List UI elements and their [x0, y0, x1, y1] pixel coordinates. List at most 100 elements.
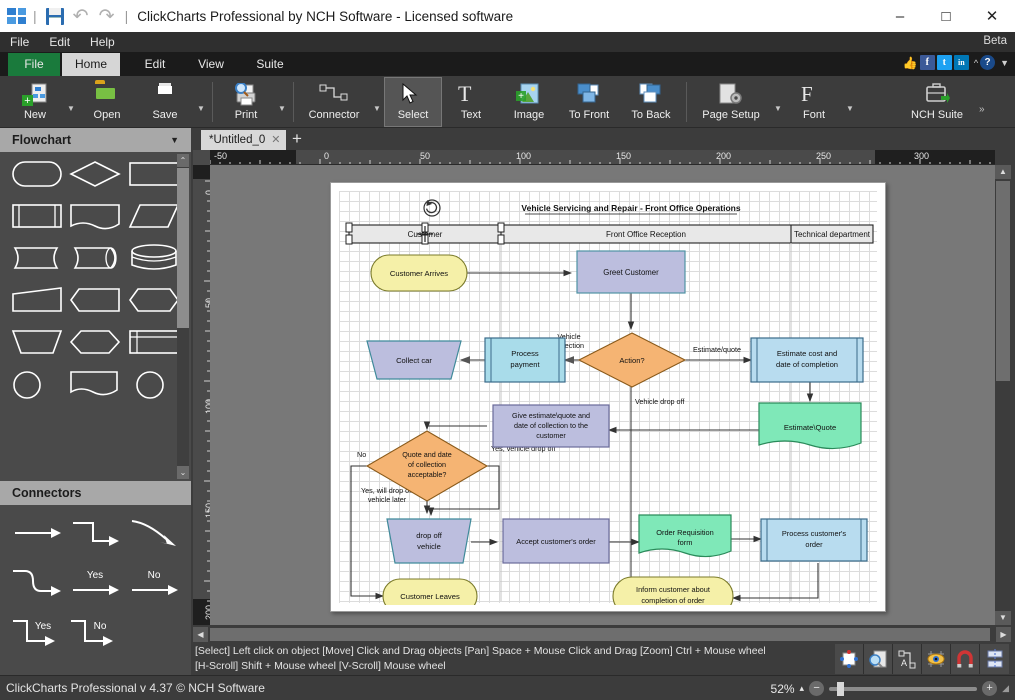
menu-help[interactable]: Help	[80, 32, 125, 52]
show-grid-icon[interactable]	[922, 644, 951, 674]
tab-file[interactable]: File	[8, 53, 60, 76]
shape-decision[interactable]	[69, 158, 122, 190]
shape-database[interactable]	[128, 242, 180, 274]
chevron-down-icon[interactable]: ▼	[1000, 58, 1009, 68]
tab-home[interactable]: Home	[62, 53, 120, 76]
zoom-in-button[interactable]: +	[982, 681, 998, 696]
zoom-page-icon[interactable]	[864, 644, 893, 674]
print-dropdown-icon[interactable]: ▼	[275, 92, 289, 113]
shape-document[interactable]	[69, 200, 121, 232]
close-button[interactable]: ✕	[969, 0, 1015, 32]
node-action-decision[interactable]: Action?	[577, 332, 687, 388]
scroll-down-icon[interactable]: ▼	[995, 611, 1011, 625]
scroll-down-icon[interactable]: ⌄	[177, 466, 189, 479]
connector-straight-arrow[interactable]	[11, 517, 63, 549]
tab-suite[interactable]: Suite	[244, 53, 296, 76]
shape-tape[interactable]	[69, 242, 121, 274]
scroll-up-icon[interactable]: ⌃	[177, 154, 189, 167]
connectors-section-header[interactable]: Connectors	[0, 481, 191, 505]
text-button[interactable]: T Text	[442, 77, 500, 127]
flowchart-shape-list[interactable]: ⌃ ⌄	[0, 152, 191, 481]
shape-connector-circle[interactable]	[11, 368, 63, 400]
zoom-caret-icon[interactable]: ▴	[800, 683, 805, 694]
document-tab-untitled[interactable]: *Untitled_0 ✕	[201, 130, 287, 150]
connector-no-arrow[interactable]: No	[128, 567, 180, 599]
facebook-icon[interactable]: f	[919, 55, 935, 70]
undo-icon[interactable]: ↶	[68, 4, 94, 28]
vertical-scroll-thumb[interactable]	[996, 181, 1010, 381]
node-order-requisition-form[interactable]: Order Requisition form	[638, 514, 732, 558]
canvas-vertical-scrollbar[interactable]: ▲ ▼	[995, 165, 1011, 625]
menu-file[interactable]: File	[0, 32, 39, 52]
scroll-right-icon[interactable]: ▶	[996, 627, 1011, 642]
resize-grip-icon[interactable]: ◢	[1002, 683, 1009, 694]
shape-multi-document[interactable]	[69, 368, 121, 400]
print-button[interactable]: Print	[217, 77, 275, 127]
vertical-ruler[interactable]: 0 50 100 150 200	[193, 165, 210, 625]
scroll-thumb[interactable]	[177, 168, 189, 328]
connector-step-no-arrow[interactable]: No	[69, 617, 121, 649]
flowchart-svg[interactable]: Vehicle Servicing and Repair - Front Off…	[339, 191, 879, 605]
node-process-payment[interactable]: Process payment	[484, 337, 566, 383]
new-button[interactable]: + New	[6, 77, 64, 127]
shape-preparation-left[interactable]	[69, 284, 121, 316]
connector-yes-arrow[interactable]: Yes	[69, 567, 121, 599]
redo-icon[interactable]: ↷	[94, 4, 120, 28]
select-object-icon[interactable]	[835, 644, 864, 674]
connector-dropdown-icon[interactable]: ▼	[370, 92, 384, 113]
add-tab-button[interactable]: +	[287, 130, 307, 150]
node-collect-car[interactable]: Collect car	[366, 340, 462, 380]
align-objects-icon[interactable]	[980, 644, 1009, 674]
help-icon[interactable]: ?	[980, 55, 996, 70]
tab-view[interactable]: View	[186, 53, 236, 76]
node-accept-order[interactable]: Accept customer's order	[502, 518, 610, 564]
shape-hexagon[interactable]	[69, 326, 121, 358]
save-icon[interactable]	[42, 4, 68, 28]
connector-button[interactable]: Connector	[298, 77, 370, 127]
shape-process[interactable]	[128, 158, 180, 190]
node-inform-customer[interactable]: Inform customer about completion of orde…	[612, 576, 734, 605]
page-setup-button[interactable]: Page Setup	[691, 77, 771, 127]
zoom-slider-thumb[interactable]	[837, 681, 845, 696]
node-process-order[interactable]: Process customer's order	[760, 518, 868, 562]
shape-direct-access-storage[interactable]	[11, 242, 63, 274]
node-customer-leaves[interactable]: Customer Leaves	[382, 578, 478, 605]
connector-s-curve-arrow[interactable]	[11, 567, 63, 599]
new-dropdown-icon[interactable]: ▼	[64, 92, 78, 113]
shapes-scrollbar[interactable]: ⌃ ⌄	[177, 154, 189, 479]
font-button[interactable]: F Font	[785, 77, 843, 127]
scroll-left-icon[interactable]: ◀	[193, 627, 208, 642]
node-estimate-quote-document[interactable]: Estimate\Quote	[758, 402, 862, 450]
canvas-horizontal-scrollbar[interactable]: ◀ ▶	[193, 627, 1011, 642]
save-button[interactable]: Save	[136, 77, 194, 127]
shape-predefined-process[interactable]	[11, 200, 63, 232]
page-setup-dropdown-icon[interactable]: ▼	[771, 92, 785, 113]
tab-edit[interactable]: Edit	[130, 53, 180, 76]
twitter-icon[interactable]: t	[936, 55, 952, 70]
connectors-list[interactable]: Yes No Yes No	[0, 505, 191, 675]
nch-suite-button[interactable]: NCH Suite	[895, 77, 979, 127]
connector-step-yes-arrow[interactable]: Yes	[11, 617, 63, 649]
horizontal-ruler[interactable]: -50 0 50 100 150 200 250 300	[210, 150, 995, 165]
to-back-button[interactable]: To Back	[620, 77, 682, 127]
node-give-estimate[interactable]: Give estimate\quote and date of collecti…	[492, 404, 610, 448]
image-button[interactable]: + Image	[500, 77, 558, 127]
chevron-up-icon[interactable]: ^	[974, 58, 978, 68]
zoom-slider[interactable]	[829, 681, 978, 696]
maximize-button[interactable]: □	[923, 0, 969, 32]
node-estimate-cost[interactable]: Estimate cost and date of completion	[750, 337, 864, 383]
shape-preparation-right[interactable]	[128, 284, 180, 316]
text-connector-icon[interactable]: A	[893, 644, 922, 674]
close-icon[interactable]: ✕	[271, 130, 280, 150]
connector-curved-arrow[interactable]	[128, 517, 180, 549]
open-button[interactable]: Open	[78, 77, 136, 127]
minimize-button[interactable]: –	[877, 0, 923, 32]
menu-edit[interactable]: Edit	[39, 32, 80, 52]
node-customer-arrives[interactable]: Customer Arrives	[370, 254, 468, 292]
diagram-page[interactable]: Vehicle Servicing and Repair - Front Off…	[330, 182, 886, 612]
to-front-button[interactable]: To Front	[558, 77, 620, 127]
linkedin-icon[interactable]: in	[953, 55, 969, 70]
chevron-down-icon[interactable]: ▼	[170, 135, 179, 145]
shape-internal-storage[interactable]	[128, 326, 180, 358]
save-dropdown-icon[interactable]: ▼	[194, 92, 208, 113]
